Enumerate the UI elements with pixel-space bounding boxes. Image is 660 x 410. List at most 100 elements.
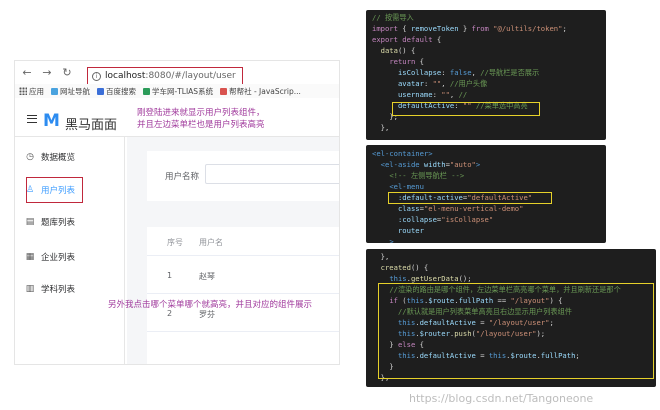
code-line: return { bbox=[372, 56, 567, 67]
sidebar-item-subjects[interactable]: ▥ 学科列表 bbox=[25, 277, 75, 301]
site-icon bbox=[143, 87, 150, 95]
info-icon[interactable]: i bbox=[92, 71, 101, 81]
brand-title: 黑马面面 bbox=[65, 118, 118, 133]
back-icon[interactable]: ← bbox=[21, 66, 33, 79]
code-token: false bbox=[449, 68, 472, 77]
code-line: data() { bbox=[372, 45, 567, 56]
sidebar-item-companies[interactable]: ▦ 企业列表 bbox=[25, 245, 75, 269]
code-token: // bbox=[458, 90, 468, 99]
code-token: router bbox=[397, 226, 424, 235]
code-token: getUserData bbox=[410, 274, 459, 283]
code-token: width bbox=[419, 160, 446, 169]
bookmark-apps[interactable]: 应用 bbox=[19, 86, 44, 97]
menu-toggle-icon[interactable] bbox=[27, 115, 37, 123]
code-token: "@/ultils/token" bbox=[488, 24, 563, 33]
code-line: username: "", // bbox=[372, 89, 567, 100]
bookmark-item[interactable]: 帮帮社 - JavaScrip... bbox=[220, 86, 301, 97]
code-token: // 按需导入 bbox=[372, 13, 414, 22]
annotation-top: 刚登陆进来就显示用户列表组件， 并且左边菜单栏也是用户列表高亮 bbox=[137, 108, 265, 130]
code-token: > bbox=[389, 237, 394, 243]
row-divider bbox=[147, 255, 339, 256]
url-path: :8080/#/layout/user bbox=[145, 71, 236, 81]
sidebar-item-overview[interactable]: ◷ 数据概览 bbox=[25, 145, 75, 169]
code-token: } bbox=[458, 24, 472, 33]
site-icon bbox=[220, 87, 228, 95]
building-icon: ▦ bbox=[25, 252, 35, 262]
code-line: }, bbox=[372, 122, 567, 133]
code-token: : bbox=[441, 68, 450, 77]
code-token: () { bbox=[410, 263, 429, 272]
code-token: > bbox=[475, 160, 481, 169]
code-panel-data: // 按需导入 import { removeToken } from "@/ul… bbox=[366, 10, 606, 140]
code-line: // 按需导入 bbox=[372, 12, 567, 23]
table-header-index: 序号 bbox=[167, 238, 183, 247]
highlight-box bbox=[392, 102, 540, 116]
code-line: isCollapse: false, //导航栏是否展示 bbox=[372, 67, 567, 78]
code-token: { bbox=[415, 57, 424, 66]
highlight-box bbox=[378, 283, 654, 379]
reload-icon[interactable]: ↻ bbox=[61, 66, 73, 79]
code-token: "" bbox=[441, 90, 450, 99]
sidebar-menu: ◷ 数据概览 ♙ 用户列表 ▤ 题库列表 ▦ 企业列表 ▥ 学科列表 bbox=[15, 137, 125, 364]
code-token: //导航栏是否展示 bbox=[480, 68, 540, 77]
main-content: 用户名称 序号 用户名 1 赵琴 2 罗芬 bbox=[127, 137, 339, 364]
code-token: <!-- 左侧导航栏 --> bbox=[389, 171, 465, 180]
sidebar-item-questions[interactable]: ▤ 题库列表 bbox=[25, 210, 75, 234]
code-token: "auto" bbox=[449, 160, 476, 169]
code-token: avatar bbox=[397, 79, 424, 88]
code-line: class="el-menu-vertical-demo" bbox=[372, 203, 532, 214]
code-token: username bbox=[397, 90, 433, 99]
bookmarks-bar: 应用 网址导航 百度搜索 学车网-TLIAS系统 帮帮社 - JavaScrip… bbox=[15, 84, 339, 98]
bookmark-item[interactable]: 网址导航 bbox=[51, 86, 90, 97]
code-token: , bbox=[441, 79, 450, 88]
code-token: (); bbox=[458, 274, 472, 283]
forward-icon[interactable]: → bbox=[41, 66, 53, 79]
username-input[interactable] bbox=[205, 164, 339, 184]
code-token: : bbox=[432, 90, 442, 99]
code-line: > bbox=[372, 236, 532, 243]
code-line: :collapse="isCollapse" bbox=[372, 214, 532, 225]
code-line: export default { bbox=[372, 34, 567, 45]
code-panel-template: <el-container> <el-aside width="auto"> <… bbox=[366, 145, 606, 243]
table-cell-index: 1 bbox=[167, 271, 173, 280]
url-field[interactable]: i localhost:8080/#/layout/user bbox=[87, 67, 243, 85]
code-token: import bbox=[372, 24, 398, 33]
active-item-highlight bbox=[26, 177, 83, 203]
code-token: from bbox=[471, 24, 489, 33]
code-token: return bbox=[389, 57, 416, 66]
row-divider bbox=[147, 293, 339, 294]
url-host: localhost bbox=[105, 71, 146, 81]
code-token: "el-menu-vertical-demo" bbox=[423, 204, 524, 213]
code-line: }, bbox=[372, 251, 621, 262]
code-line: <!-- 左侧导航栏 --> bbox=[372, 170, 532, 181]
browser-screenshot: ← → ↻ i localhost:8080/#/layout/user 应用 … bbox=[14, 60, 340, 365]
code-token: class bbox=[397, 204, 420, 213]
table-cell-index: 2 bbox=[167, 309, 173, 318]
code-token: this bbox=[389, 274, 407, 283]
code-token: : bbox=[423, 79, 433, 88]
code-token: , bbox=[471, 68, 481, 77]
bookmark-item[interactable]: 百度搜索 bbox=[97, 86, 136, 97]
bookmark-item[interactable]: 学车网-TLIAS系统 bbox=[143, 86, 213, 97]
code-token: <el-container> bbox=[372, 149, 433, 158]
code-token: "isCollapse" bbox=[441, 215, 494, 224]
table-cell-username: 罗芬 bbox=[199, 310, 215, 319]
list-icon: ▤ bbox=[25, 217, 35, 227]
code-line: router bbox=[372, 225, 532, 236]
username-label: 用户名称 bbox=[165, 172, 200, 182]
code-token: isCollapse bbox=[397, 68, 442, 77]
search-form-card: 用户名称 bbox=[147, 151, 339, 201]
code-line: <el-container> bbox=[372, 148, 532, 159]
code-token: //用户头像 bbox=[449, 79, 488, 88]
